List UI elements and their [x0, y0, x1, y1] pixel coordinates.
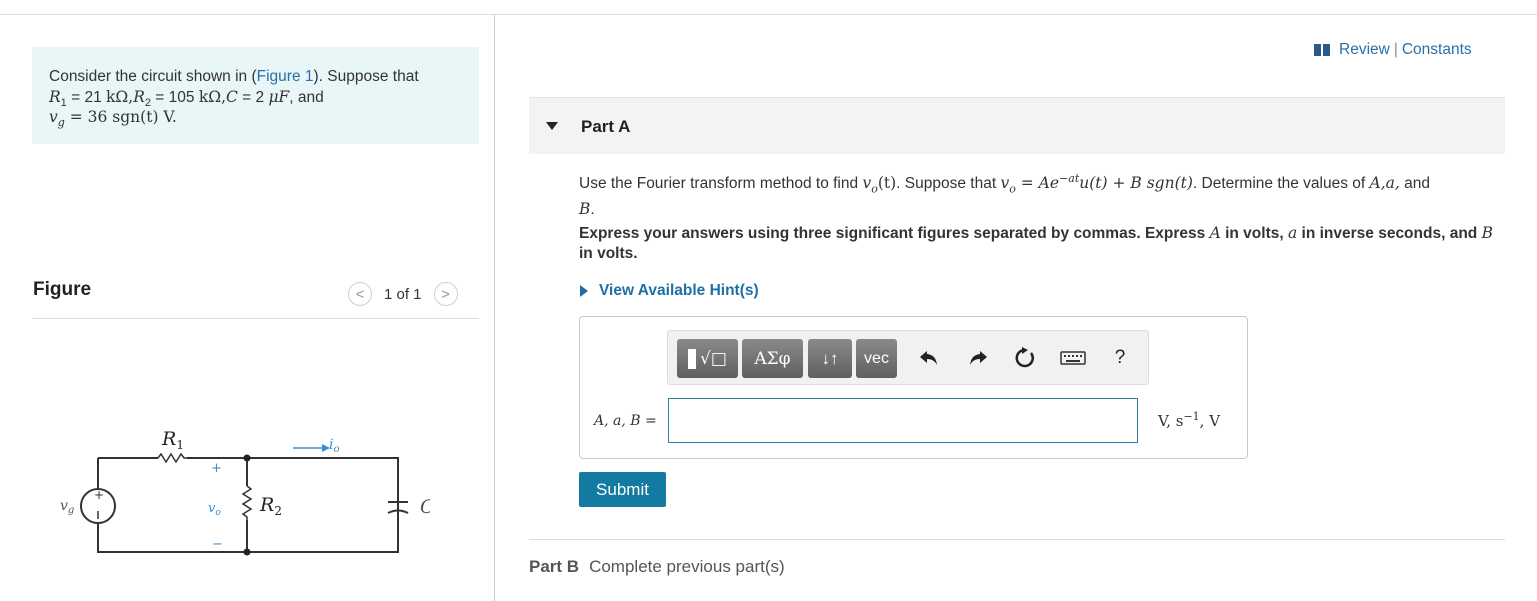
resistor-r1 [157, 452, 187, 464]
circuit-diagram: + R1 R2 C vg vo + − io [60, 428, 430, 556]
template-block-icon [688, 348, 697, 369]
help-button[interactable]: ? [1105, 343, 1135, 373]
view-hints-toggle[interactable]: View Available Hint(s) [580, 282, 759, 300]
vo-plus: + [211, 461, 222, 476]
part-b-header: Part B Complete previous part(s) [529, 557, 785, 577]
math-toolbar: √□ ΑΣφ ↓↑ vec ? [667, 330, 1149, 385]
redo-icon[interactable] [963, 343, 993, 373]
label-c: C [420, 496, 430, 518]
pager-text: 1 of 1 [384, 285, 422, 303]
label-io: io [329, 437, 340, 455]
problem-line-3: vg = 36 sgn(t) V. [49, 108, 177, 130]
greek-symbols-button[interactable]: ΑΣφ [742, 339, 803, 378]
top-divider [0, 14, 1537, 15]
constants-link[interactable]: Constants [1402, 41, 1472, 59]
expand-triangle-icon [580, 285, 588, 297]
header-link-separator: | [1393, 41, 1398, 58]
part-b-label: Part B [529, 557, 580, 576]
source-plus: + [94, 488, 104, 502]
answer-input[interactable] [668, 398, 1138, 443]
next-figure-button[interactable]: > [433, 282, 458, 306]
prev-figure-button[interactable]: < [348, 282, 372, 306]
keyboard-icon[interactable] [1058, 343, 1088, 373]
hints-label: View Available Hint(s) [599, 282, 759, 299]
figure-pager: < 1 of 1 > [348, 281, 458, 307]
label-r2: R2 [259, 494, 282, 518]
collapse-triangle-icon[interactable] [546, 122, 558, 130]
vector-button[interactable]: vec [856, 339, 897, 378]
vo-minus: − [212, 537, 223, 552]
label-vo: vo [208, 501, 221, 518]
node-bottom [243, 548, 251, 556]
header-links: Review | Constants [1314, 41, 1472, 59]
problem-statement: Consider the circuit shown in (Figure 1)… [32, 47, 479, 144]
answer-label: A, a, B = [594, 413, 657, 429]
templates-button[interactable]: √□ [677, 339, 738, 378]
resistor-r2 [241, 485, 253, 520]
arrows-button[interactable]: ↓↑ [808, 339, 852, 378]
label-r1: R1 [161, 428, 184, 452]
part-a-header[interactable]: Part A [529, 97, 1505, 154]
answer-instructions: Express your answers using three signifi… [579, 224, 1493, 262]
submit-button[interactable]: Submit [579, 472, 666, 507]
part-a-label: Part A [581, 117, 631, 136]
book-icon [1314, 44, 1330, 56]
undo-icon[interactable] [914, 343, 944, 373]
problem-line-1: Consider the circuit shown in (Figure 1)… [49, 68, 419, 85]
reset-icon[interactable] [1010, 343, 1040, 373]
answer-units: V, s−1, V [1158, 410, 1221, 430]
node-top [243, 454, 251, 462]
figure-title: Figure [33, 279, 92, 300]
review-link[interactable]: Review [1339, 41, 1390, 59]
label-vg: vg [60, 498, 74, 516]
question-text: Use the Fourier transform method to find… [579, 172, 1430, 219]
part-b-divider [529, 539, 1505, 540]
answer-area: √□ ΑΣφ ↓↑ vec ? A, a, B = V, s−1, V [579, 316, 1248, 459]
pane-divider[interactable] [494, 14, 495, 601]
part-b-status: Complete previous part(s) [589, 557, 785, 576]
figure-divider [32, 318, 479, 319]
figure-link[interactable]: Figure 1 [257, 68, 314, 85]
